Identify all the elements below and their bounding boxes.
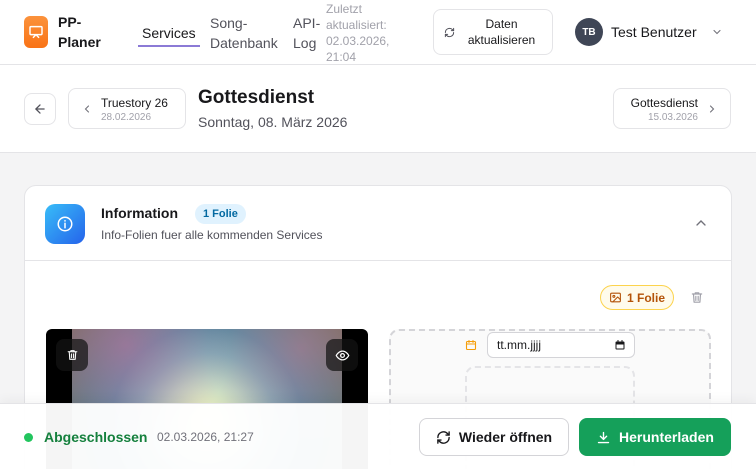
- info-icon: [45, 204, 85, 244]
- top-nav: PP-Planer Services Song-Datenbank API-Lo…: [0, 0, 756, 65]
- chevron-down-icon[interactable]: [711, 26, 723, 38]
- card-description: Info-Folien fuer alle kommenden Services: [101, 228, 323, 242]
- expiry-date-input[interactable]: tt.mm.jjjj: [487, 332, 635, 358]
- page-title: Gottesdienst: [198, 87, 315, 108]
- avatar[interactable]: TB: [575, 18, 603, 46]
- next-service-button[interactable]: Gottesdienst 15.03.2026: [613, 88, 731, 129]
- delete-slide-button[interactable]: [56, 339, 88, 371]
- status-dot: [24, 433, 33, 442]
- preview-slide-button[interactable]: [326, 339, 358, 371]
- page-subtitle: Sonntag, 08. März 2026: [198, 114, 348, 130]
- calendar-icon: [465, 339, 477, 351]
- previous-service-button[interactable]: Truestory 26 28.02.2026: [68, 88, 186, 129]
- image-icon: [610, 292, 621, 303]
- status-text: Abgeschlossen: [44, 429, 148, 445]
- nav-song-datenbank[interactable]: Song-Datenbank: [210, 13, 290, 53]
- user-name[interactable]: Test Benutzer: [611, 24, 697, 40]
- back-button[interactable]: [24, 93, 56, 125]
- next-service-name: Gottesdienst: [630, 96, 698, 110]
- download-label: Herunterladen: [619, 429, 714, 445]
- chevron-up-icon[interactable]: [693, 215, 709, 231]
- chevron-right-icon: [709, 105, 715, 113]
- slide-count-pill: 1 Folie: [600, 285, 675, 310]
- previous-service-name: Truestory 26: [101, 96, 168, 110]
- trash-icon[interactable]: [690, 290, 704, 305]
- refresh-icon: [437, 430, 450, 444]
- footer-bar: Abgeschlossen 02.03.2026, 21:27 Wieder ö…: [0, 403, 756, 469]
- card-title: Information: [101, 205, 178, 221]
- nav-api-log[interactable]: API-Log: [293, 13, 329, 53]
- chevron-left-icon: [84, 105, 90, 113]
- nav-services[interactable]: Services: [138, 23, 200, 47]
- slide-count-label: 1 Folie: [627, 290, 666, 305]
- next-service-date: 15.03.2026: [647, 112, 698, 123]
- reopen-label: Wieder öffnen: [458, 429, 553, 445]
- previous-service-date: 28.02.2026: [101, 112, 152, 123]
- reopen-button[interactable]: Wieder öffnen: [419, 418, 569, 456]
- refresh-label: Daten aktualisieren: [467, 17, 536, 47]
- status-time: 02.03.2026, 21:27: [157, 430, 254, 444]
- arrow-left-icon: [35, 104, 45, 114]
- refresh-icon: [444, 27, 454, 37]
- slide-count-badge: 1 Folie: [195, 204, 246, 224]
- download-button[interactable]: Herunterladen: [579, 418, 731, 456]
- service-header: Truestory 26 28.02.2026 Gottesdienst Son…: [0, 65, 756, 153]
- eye-icon: [335, 350, 349, 360]
- refresh-data-button[interactable]: Daten aktualisieren: [433, 9, 553, 55]
- trash-icon: [67, 350, 77, 360]
- information-card-header[interactable]: Information 1 Folie Info-Folien fuer all…: [25, 186, 731, 261]
- app-logo[interactable]: [24, 16, 48, 48]
- app-title[interactable]: PP-Planer: [58, 12, 118, 52]
- calendar-picker-icon[interactable]: [614, 339, 626, 351]
- download-icon: [597, 431, 610, 443]
- date-input-placeholder: tt.mm.jjjj: [497, 338, 541, 352]
- last-update-text: Zuletzt aktualisiert: 02.03.2026, 21:04: [326, 2, 390, 64]
